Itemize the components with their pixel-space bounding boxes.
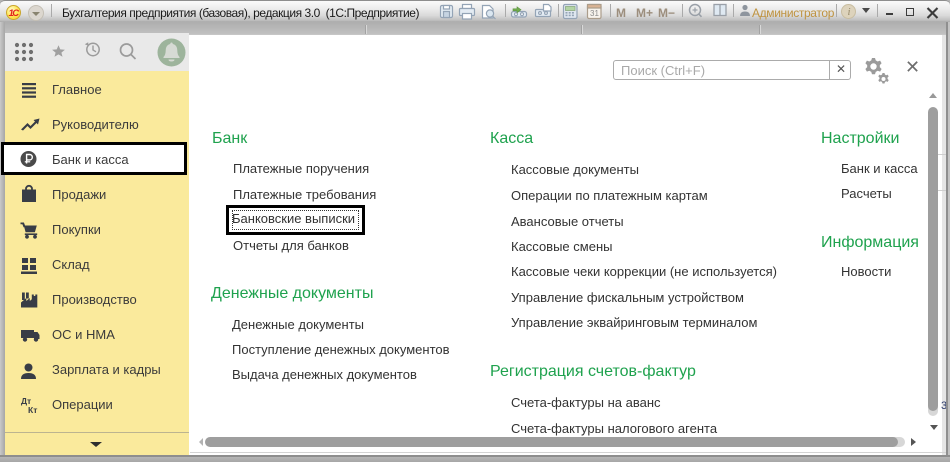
- svg-text:Кт: Кт: [28, 405, 37, 415]
- svg-text:31: 31: [590, 9, 599, 18]
